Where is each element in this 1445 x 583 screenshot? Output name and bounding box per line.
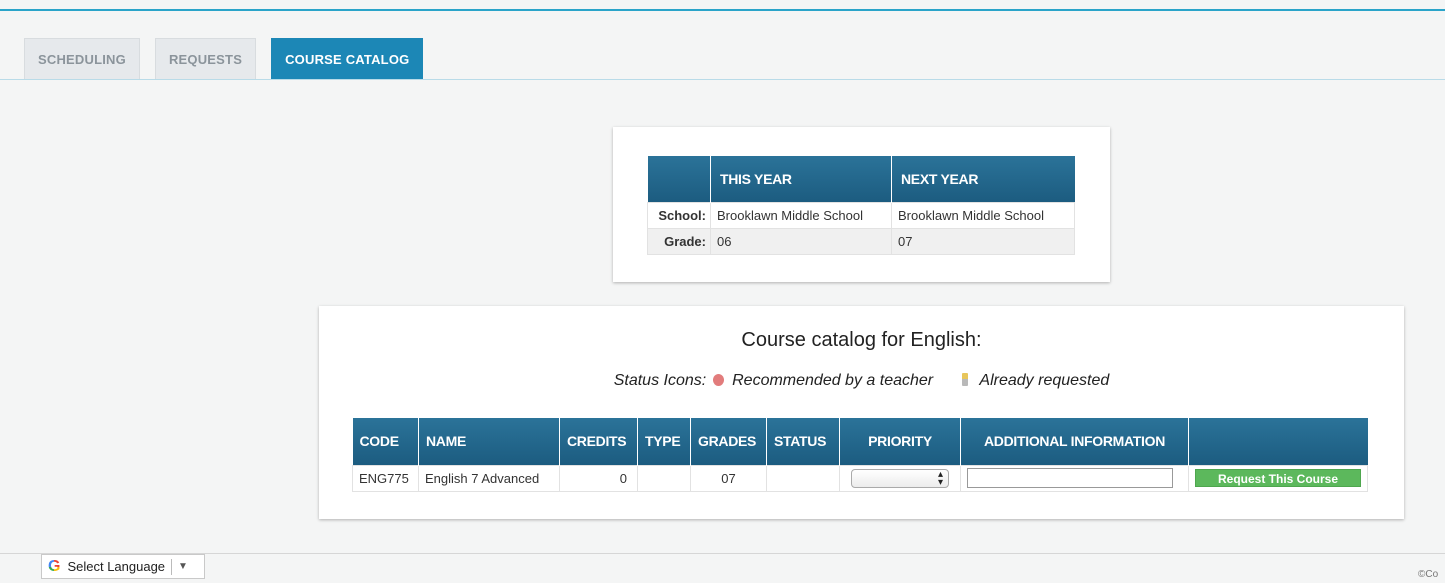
course-table: CODE NAME CREDITS TYPE GRADES STATUS PRI… [352, 418, 1368, 492]
request-course-button[interactable]: Request This Course [1195, 469, 1361, 487]
col-grades: GRADES [690, 418, 767, 465]
next-year-header: NEXT YEAR [901, 170, 979, 187]
pencil-icon [961, 373, 968, 386]
top-accent-line [0, 9, 1445, 11]
tab-divider [0, 79, 1445, 80]
grade-this-year: 06 [710, 227, 892, 255]
status-icons-prefix: Status Icons: [613, 372, 707, 389]
year-info-table: THIS YEAR NEXT YEAR School: Brooklawn Mi… [647, 156, 1075, 255]
status-icons-legend: Status Icons: Recommended by a teacher A… [319, 372, 1404, 390]
recommended-legend-label: Recommended by a teacher [732, 372, 934, 389]
course-status [766, 464, 840, 492]
copyright-text: ©Co [1418, 569, 1439, 580]
col-name: NAME [418, 418, 560, 465]
grade-label: Grade: [647, 227, 711, 255]
course-type [637, 464, 691, 492]
tab-bar: SCHEDULING REQUESTS COURSE CATALOG [24, 38, 424, 79]
tab-course-catalog[interactable]: COURSE CATALOG [271, 38, 424, 79]
col-type: TYPE [637, 418, 691, 465]
course-code: ENG775 [352, 464, 419, 492]
select-arrows-icon: ▴ ▾ [937, 468, 943, 488]
course-table-header: CODE NAME CREDITS TYPE GRADES STATUS PRI… [352, 418, 1368, 465]
year-info-header: THIS YEAR NEXT YEAR [647, 156, 1075, 202]
language-separator [171, 558, 173, 575]
priority-select[interactable]: ▴ ▾ [851, 468, 949, 488]
this-year-header: THIS YEAR [710, 156, 892, 202]
grade-row: Grade: 06 07 [647, 227, 1075, 255]
school-this-year: Brooklawn Middle School [710, 201, 892, 229]
course-name: English 7 Advanced [418, 464, 560, 492]
language-selector[interactable]: G Select Language ▼ [41, 554, 205, 579]
col-status: STATUS [766, 418, 840, 465]
grade-next-year: 07 [891, 227, 1075, 255]
school-label: School: [647, 201, 711, 229]
tab-requests[interactable]: REQUESTS [154, 38, 257, 79]
col-code: CODE [352, 418, 419, 465]
additional-info-input[interactable] [967, 468, 1173, 488]
col-priority: PRIORITY [839, 418, 961, 465]
footer-divider [0, 553, 1445, 554]
chevron-down-icon: ▼ [178, 561, 188, 572]
google-g-icon: G [48, 557, 61, 575]
catalog-title: Course catalog for English: [741, 329, 982, 351]
tab-scheduling[interactable]: SCHEDULING [24, 38, 140, 79]
course-credits: 0 [559, 464, 638, 492]
school-row: School: Brooklawn Middle School Brooklaw… [647, 201, 1075, 229]
additional-info-cell [960, 464, 1189, 492]
col-additional-info: ADDITIONAL INFORMATION [960, 418, 1189, 465]
col-action [1189, 418, 1368, 465]
table-row: ENG775 English 7 Advanced 0 07 ▴ ▾ Reques… [352, 464, 1368, 492]
year-info-card: THIS YEAR NEXT YEAR School: Brooklawn Mi… [613, 127, 1110, 282]
priority-cell: ▴ ▾ [839, 464, 961, 492]
requested-legend-label: Already requested [979, 372, 1110, 389]
action-cell: Request This Course [1188, 464, 1368, 492]
year-info-header-blank [647, 156, 711, 202]
col-credits: CREDITS [559, 418, 638, 465]
course-grades: 07 [690, 464, 767, 492]
school-next-year: Brooklawn Middle School [891, 201, 1075, 229]
language-label: Select Language [67, 559, 166, 574]
course-catalog-card: Course catalog for English: Status Icons… [319, 306, 1404, 519]
apple-icon [712, 374, 724, 386]
